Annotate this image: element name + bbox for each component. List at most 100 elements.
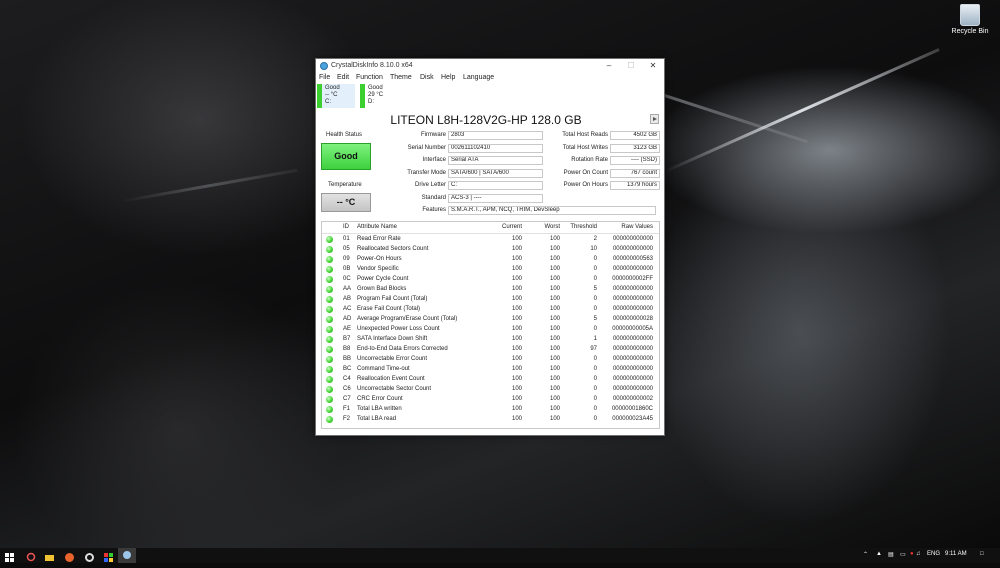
- menu-theme[interactable]: Theme: [390, 74, 412, 81]
- next-disk-button[interactable]: [650, 114, 659, 124]
- cell-id: AE: [343, 326, 352, 332]
- cell-worst: 100: [549, 356, 560, 362]
- table-row[interactable]: 0C Power Cycle Count 100 100 0 0000000002FF: [322, 274, 659, 284]
- notification-icon[interactable]: □: [980, 551, 984, 557]
- features-label: Features: [422, 207, 446, 213]
- tray-battery-icon[interactable]: ▭: [900, 551, 906, 558]
- disk-tab-d[interactable]: Good 29 °C D:: [360, 84, 398, 108]
- close-button[interactable]: ✕: [642, 60, 664, 72]
- tray-app-icon[interactable]: ●: [910, 551, 914, 557]
- table-row[interactable]: F2 Total LBA read 100 100 0 000000023A45: [322, 414, 659, 424]
- table-row[interactable]: 05 Reallocated Sectors Count 100 100 10 00000…: [322, 244, 659, 254]
- maximize-button[interactable]: ☐: [620, 60, 642, 72]
- recycle-bin-shortcut[interactable]: Recycle Bin: [948, 4, 992, 35]
- column-header-worst[interactable]: Worst: [522, 222, 560, 233]
- cell-id: BB: [343, 356, 352, 362]
- firefox-icon[interactable]: [64, 550, 75, 562]
- search-icon[interactable]: [26, 550, 37, 562]
- cell-raw-values: 000000000000: [612, 386, 653, 392]
- cell-raw-values: 000000000000: [612, 356, 653, 362]
- firmware-value: 2803: [448, 131, 543, 140]
- file-explorer-icon[interactable]: [44, 550, 55, 561]
- column-header-id[interactable]: ID: [343, 222, 349, 233]
- cell-current: 100: [511, 266, 522, 272]
- table-row[interactable]: AD Average Program/Erase Count (Total) 100…: [322, 314, 659, 324]
- rotation-rate-label: Rotation Rate: [571, 157, 608, 163]
- tray-chevron-icon[interactable]: ⌃: [863, 551, 868, 558]
- table-row[interactable]: 09 Power-On Hours 100 100 0 000000000563: [322, 254, 659, 264]
- settings-gear-icon[interactable]: [84, 550, 95, 562]
- cell-threshold: 2: [593, 236, 597, 242]
- status-dot-icon: [326, 256, 333, 263]
- cell-current: 100: [511, 276, 522, 282]
- table-row[interactable]: B7 SATA Interface Down Shift 100 100 1 000000…: [322, 334, 659, 344]
- cell-worst: 100: [549, 236, 560, 242]
- cell-threshold: 10: [590, 246, 597, 252]
- table-row[interactable]: AB Program Fail Count (Total) 100 100 0 00000…: [322, 294, 659, 304]
- column-header-current[interactable]: Current: [482, 222, 522, 233]
- cell-worst: 100: [549, 416, 560, 422]
- menu-disk[interactable]: Disk: [420, 74, 434, 81]
- tray-display-icon[interactable]: ▤: [888, 551, 894, 558]
- table-row[interactable]: C7 CRC Error Count 100 100 0 000000000002: [322, 394, 659, 404]
- disk-letter: C:: [325, 99, 331, 105]
- cell-attribute-name: Uncorrectable Sector Count: [357, 386, 432, 392]
- table-header-row: ID Attribute Name Current Worst Threshol…: [322, 222, 659, 234]
- total-host-reads-label: Total Host Reads: [562, 132, 608, 138]
- table-row[interactable]: BC Command Time-out 100 100 0 000000000000: [322, 364, 659, 374]
- start-button[interactable]: [4, 550, 15, 562]
- health-status-button[interactable]: Good: [321, 143, 371, 170]
- table-row[interactable]: AC Erase Fail Count (Total) 100 100 0 0000000…: [322, 304, 659, 314]
- tray-network-icon[interactable]: ▲: [876, 551, 882, 557]
- serial-number-label: Serial Number: [407, 145, 446, 151]
- status-dot-icon: [326, 356, 333, 363]
- menu-help[interactable]: Help: [441, 74, 455, 81]
- cell-current: 100: [511, 336, 522, 342]
- smart-attribute-table[interactable]: ID Attribute Name Current Worst Threshol…: [321, 221, 660, 429]
- disk-tab-c[interactable]: Good -- °C C:: [317, 84, 355, 108]
- cell-id: F2: [343, 416, 351, 422]
- interface-label: Interface: [422, 157, 446, 163]
- cell-threshold: 0: [593, 396, 597, 402]
- title-bar[interactable]: CrystalDiskInfo 8.10.0 x64 – ☐ ✕: [316, 59, 664, 73]
- menu-edit[interactable]: Edit: [337, 74, 349, 81]
- table-row[interactable]: AE Unexpected Power Loss Count 100 100 0 0000…: [322, 324, 659, 334]
- table-row[interactable]: B8 End-to-End Data Errors Corrected 100 100…: [322, 344, 659, 354]
- cell-attribute-name: Average Program/Erase Count (Total): [357, 316, 458, 322]
- taskbar-active-app[interactable]: [118, 548, 136, 563]
- tray-language[interactable]: ENG: [927, 551, 940, 557]
- tray-clock[interactable]: 9:11 AM: [945, 551, 967, 557]
- menu-file[interactable]: File: [319, 74, 330, 81]
- cell-attribute-name: CRC Error Count: [357, 396, 403, 402]
- table-row[interactable]: 0B Vendor Specific 100 100 0 000000000000: [322, 264, 659, 274]
- cell-attribute-name: Program Fail Count (Total): [357, 296, 428, 302]
- table-row[interactable]: F1 Total LBA written 100 100 0 00000001860C: [322, 404, 659, 414]
- table-row[interactable]: C6 Uncorrectable Sector Count 100 100 0 00000…: [322, 384, 659, 394]
- cell-raw-values: 000000023A45: [612, 416, 653, 422]
- health-status-label: Health Status: [326, 132, 363, 138]
- status-dot-icon: [326, 296, 333, 303]
- color-app-icon[interactable]: [103, 550, 114, 562]
- cell-worst: 100: [549, 366, 560, 372]
- column-header-raw-values[interactable]: Raw Values: [597, 222, 653, 233]
- cell-raw-values: 000000000000: [612, 306, 653, 312]
- status-dot-icon: [326, 406, 333, 413]
- menu-function[interactable]: Function: [356, 74, 383, 81]
- menu-bar: File Edit Function Theme Disk Help Langu…: [316, 73, 664, 84]
- cell-attribute-name: Total LBA read: [357, 416, 397, 422]
- column-header-attribute-name[interactable]: Attribute Name: [357, 222, 397, 233]
- table-row[interactable]: C4 Reallocation Event Count 100 100 0 0000000…: [322, 374, 659, 384]
- tray-volume-icon[interactable]: ♫: [916, 551, 921, 557]
- minimize-button[interactable]: –: [598, 60, 620, 72]
- temperature-button[interactable]: -- °C: [321, 193, 371, 212]
- cell-worst: 100: [549, 336, 560, 342]
- table-row[interactable]: BB Uncorrectable Error Count 100 100 0 000000…: [322, 354, 659, 364]
- column-header-threshold[interactable]: Threshold: [560, 222, 597, 233]
- cell-raw-values: 000000000000: [612, 236, 653, 242]
- total-host-writes-value: 3123 GB: [610, 144, 660, 153]
- table-row[interactable]: AA Grown Bad Blocks 100 100 5 000000000000: [322, 284, 659, 294]
- cell-current: 100: [511, 376, 522, 382]
- cell-threshold: 97: [590, 346, 597, 352]
- menu-language[interactable]: Language: [463, 74, 494, 81]
- table-row[interactable]: 01 Read Error Rate 100 100 2 000000000000: [322, 234, 659, 244]
